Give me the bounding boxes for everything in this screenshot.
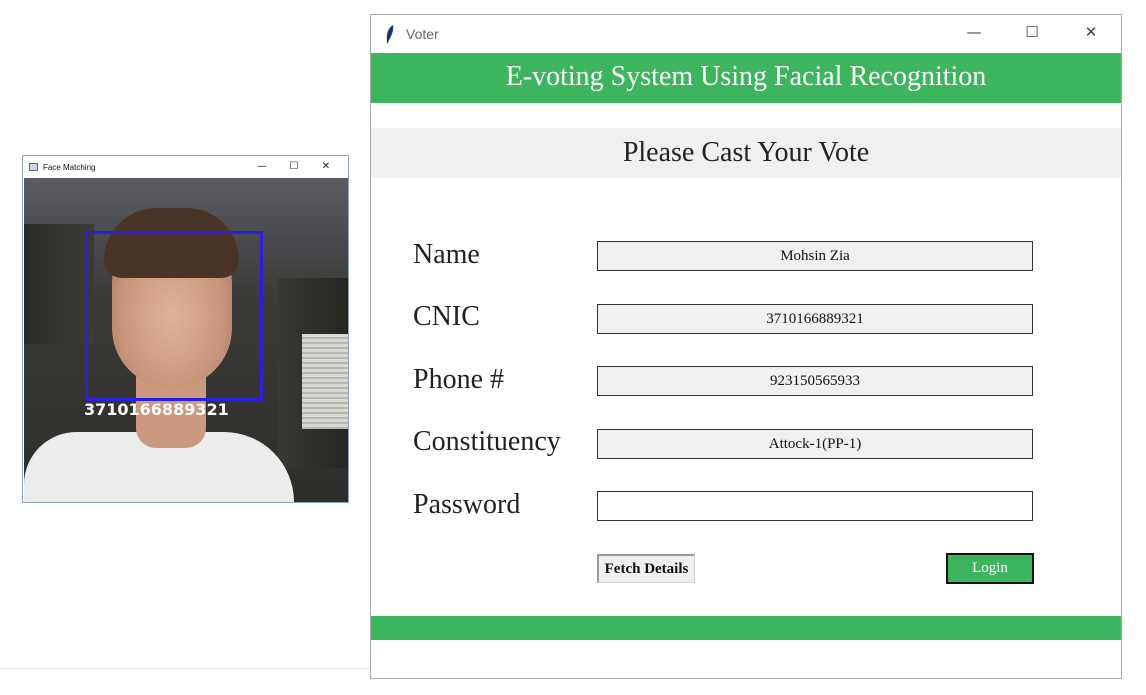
app-window-icon [29,163,38,171]
recognized-id-label: 3710166889321 [84,400,229,419]
maximize-icon[interactable]: ☐ [278,156,310,178]
face-matching-titlebar[interactable]: Face Matching — ☐ ✕ [23,156,348,178]
window-blind [302,334,348,429]
face-matching-title: Face Matching [43,162,96,172]
voter-window: Voter — ☐ ✕ E-voting System Using Facial… [370,14,1122,679]
login-button[interactable]: Login [946,553,1034,584]
close-icon[interactable]: ✕ [310,156,342,178]
page-subtitle: Please Cast Your Vote [371,128,1121,178]
background-cabinet [24,224,94,344]
face-detection-box [85,231,263,401]
footer-bar [371,616,1121,640]
cnic-field[interactable]: 3710166889321 [597,304,1033,334]
name-label: Name [413,239,480,270]
face-matching-window: Face Matching — ☐ ✕ 3710166889321 [22,155,349,503]
minimize-icon[interactable]: — [246,156,278,178]
name-field[interactable]: Mohsin Zia [597,241,1033,271]
divider [0,668,370,669]
password-field[interactable] [597,491,1033,521]
phone-label: Phone # [413,364,504,395]
camera-feed: 3710166889321 [24,178,348,502]
fetch-details-button[interactable]: Fetch Details [597,554,695,583]
maximize-icon[interactable]: ☐ [1017,23,1047,41]
close-icon[interactable]: ✕ [1076,23,1106,41]
constituency-label: Constituency [413,426,561,457]
app-banner: E-voting System Using Facial Recognition [371,53,1121,103]
cnic-label: CNIC [413,301,480,332]
constituency-field[interactable]: Attock-1(PP-1) [597,429,1033,459]
minimize-icon[interactable]: — [959,23,989,41]
voter-window-title: Voter [406,26,439,42]
voter-titlebar[interactable]: Voter — ☐ ✕ [371,15,1121,53]
feather-icon [386,25,394,44]
password-label: Password [413,489,521,520]
phone-field[interactable]: 923150565933 [597,366,1033,396]
